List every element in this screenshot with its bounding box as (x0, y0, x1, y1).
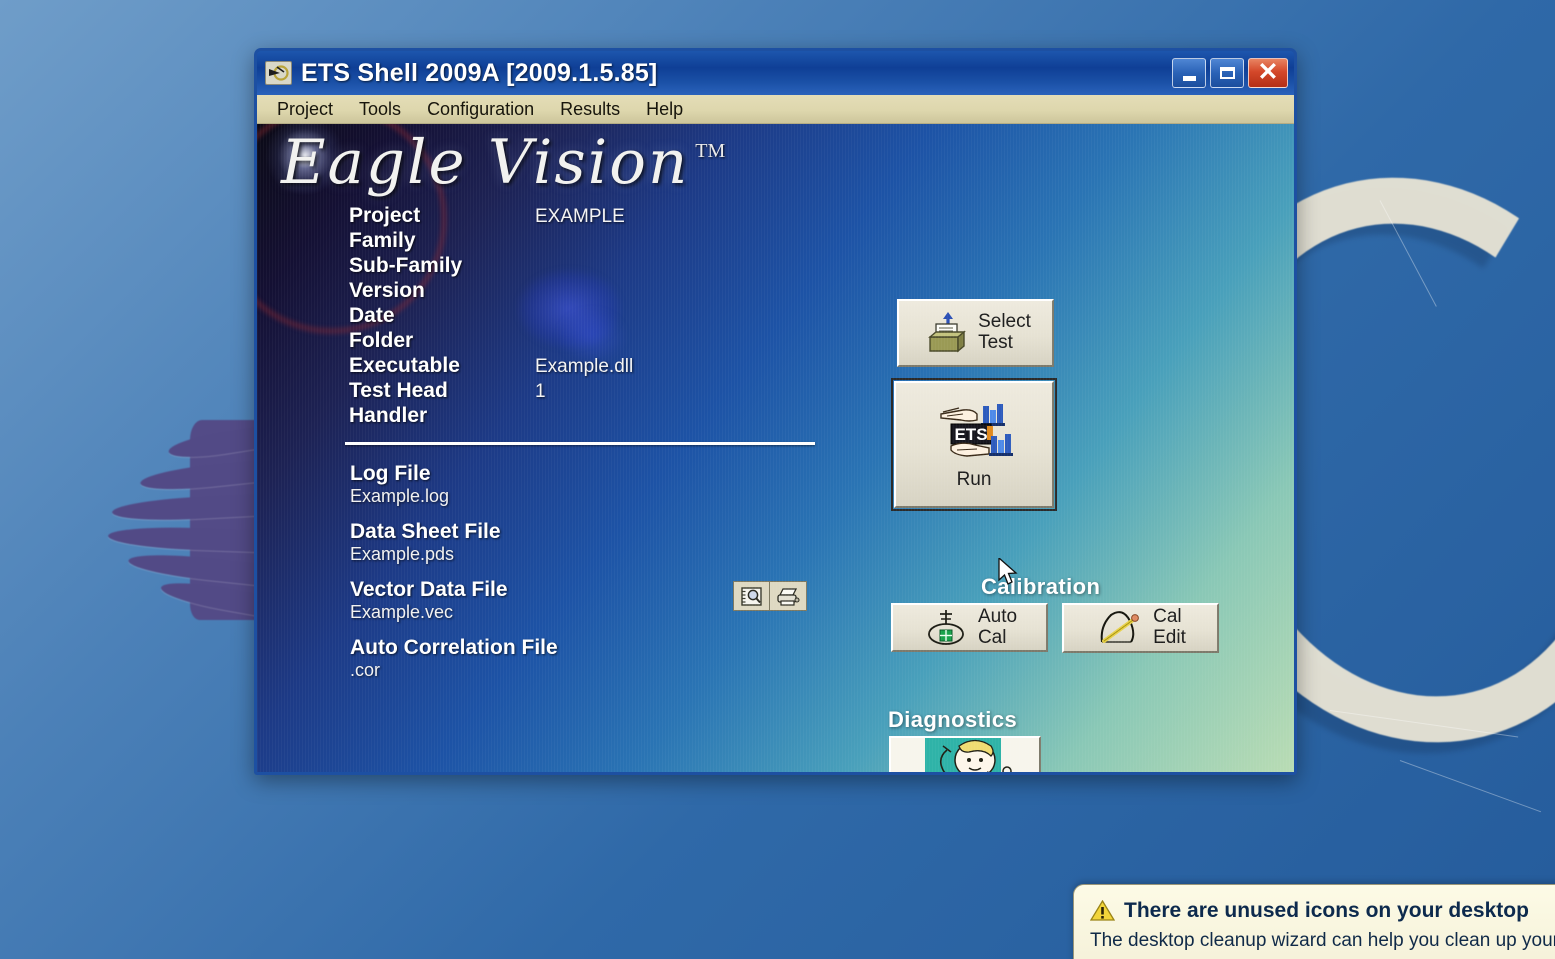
info-label-test-head: Test Head (349, 379, 448, 402)
info-row: Test Head 1 (349, 379, 633, 404)
select-test-line1: Select (978, 311, 1031, 333)
file-name-auto-correlation: .cor (350, 659, 381, 680)
info-label-date: Date (349, 304, 395, 327)
file-title-vector-data: Vector Data File (350, 578, 508, 602)
menu-item-tools[interactable]: Tools (346, 97, 414, 122)
auto-cal-line1: Auto (977, 605, 1018, 627)
desktop-cleanup-balloon[interactable]: There are unused icons on your desktop T… (1073, 884, 1555, 959)
info-label-sub-family: Sub-Family (349, 254, 463, 277)
info-row: Project EXAMPLE (349, 204, 633, 229)
cal-edit-icon (1100, 611, 1140, 643)
file-name-log: Example.log (350, 485, 450, 506)
close-button[interactable]: ✕ (1248, 58, 1288, 88)
menu-item-results[interactable]: Results (547, 97, 633, 122)
select-test-line2: Test (978, 332, 1013, 353)
balloon-title: There are unused icons on your desktop (1124, 899, 1529, 922)
info-row: Version (349, 279, 633, 304)
file-entry-auto-correlation: Auto Correlation File .cor (350, 636, 558, 681)
file-title-data-sheet: Data Sheet File (350, 520, 501, 544)
window-controls: ✕ (1172, 58, 1288, 88)
info-row: Executable Example.dll (349, 354, 633, 379)
maximize-icon (1219, 67, 1235, 79)
info-label-project: Project (349, 204, 421, 227)
info-row: Handler (349, 404, 633, 429)
file-name-vector-data: Example.vec (350, 601, 454, 622)
info-value-test-head: 1 (535, 381, 546, 402)
logo-trademark: TM (695, 140, 726, 162)
close-icon: ✕ (1257, 57, 1279, 86)
cal-edit-label: Cal Edit (1153, 607, 1186, 648)
info-label-executable: Executable (349, 354, 460, 377)
section-divider (345, 442, 815, 445)
file-title-log: Log File (350, 462, 431, 485)
cal-edit-line1: Cal (1153, 606, 1182, 628)
minimize-icon (1182, 75, 1196, 81)
auto-cal-button[interactable]: Auto Cal (891, 603, 1048, 652)
info-row: Sub-Family (349, 254, 633, 279)
svg-text:ETS: ETS (954, 425, 987, 444)
file-entry-data-sheet: Data Sheet File Example.pds (350, 520, 558, 565)
file-entry-vector-data: Vector Data File Example.vec (350, 578, 558, 623)
info-value-project: EXAMPLE (535, 206, 625, 227)
info-row: Date (349, 304, 633, 329)
select-test-label: Select Test (978, 312, 1031, 353)
minimize-button[interactable] (1172, 58, 1206, 88)
diagnostics-doctor-icon (891, 738, 1039, 772)
file-name-data-sheet: Example.pds (350, 543, 455, 564)
ets-run-icon: ETS (940, 404, 1013, 457)
select-test-icon (928, 312, 967, 353)
info-label-handler: Handler (349, 404, 428, 427)
balloon-title-row: There are unused icons on your desktop (1090, 899, 1555, 923)
project-info-block: Project EXAMPLE Family Sub-Family Versio… (349, 204, 633, 429)
ets-shell-window: ETS Shell 2009A [2009.1.5.85] ✕ Project … (254, 48, 1297, 775)
menu-bar: Project Tools Configuration Results Help (257, 95, 1294, 124)
file-entry-log: Log File Example.log (350, 462, 558, 507)
view-log-button[interactable] (733, 581, 770, 611)
eagle-vision-logo: Eagle Vision TM (281, 132, 725, 193)
run-label: Run (956, 469, 992, 491)
menu-item-project[interactable]: Project (264, 97, 346, 122)
select-test-button[interactable]: Select Test (897, 299, 1054, 367)
info-label-folder: Folder (349, 329, 414, 352)
client-area: Eagle Vision TM Project EXAMPLE Family S… (257, 124, 1294, 772)
diagnostics-button[interactable] (889, 736, 1041, 772)
logo-text: Eagle Vision (281, 127, 690, 198)
cal-edit-line2: Edit (1153, 627, 1186, 648)
diagnostics-heading: Diagnostics (888, 707, 1018, 732)
view-log-icon (741, 586, 762, 606)
auto-cal-icon (928, 609, 964, 645)
balloon-body: The desktop cleanup wizard can help you … (1090, 930, 1555, 951)
info-value-executable: Example.dll (535, 356, 634, 377)
auto-cal-line2: Cal (977, 626, 1007, 648)
app-icon[interactable] (265, 61, 292, 85)
print-log-button[interactable] (770, 581, 807, 611)
desktop: ETS Shell 2009A [2009.1.5.85] ✕ Project … (0, 0, 1555, 959)
window-title: ETS Shell 2009A [2009.1.5.85] (301, 58, 658, 87)
title-bar[interactable]: ETS Shell 2009A [2009.1.5.85] ✕ (257, 51, 1294, 95)
file-title-auto-correlation: Auto Correlation File (350, 636, 558, 660)
run-button[interactable]: ETS Run (891, 378, 1057, 511)
cal-edit-button[interactable]: Cal Edit (1062, 603, 1219, 653)
info-row: Family (349, 229, 633, 254)
print-log-icon (777, 587, 800, 606)
log-file-toolbar (733, 581, 807, 611)
warning-icon (1090, 900, 1115, 921)
menu-item-help[interactable]: Help (633, 97, 696, 122)
menu-item-configuration[interactable]: Configuration (414, 97, 547, 122)
maximize-button[interactable] (1210, 58, 1244, 88)
info-row: Folder (349, 329, 633, 354)
file-list-block: Log File Example.log Data Sheet File Exa… (350, 462, 558, 694)
info-label-family: Family (349, 229, 416, 252)
info-label-version: Version (349, 279, 425, 302)
auto-cal-label: Auto Cal (977, 605, 1018, 648)
calibration-heading: Calibration (981, 574, 1101, 599)
